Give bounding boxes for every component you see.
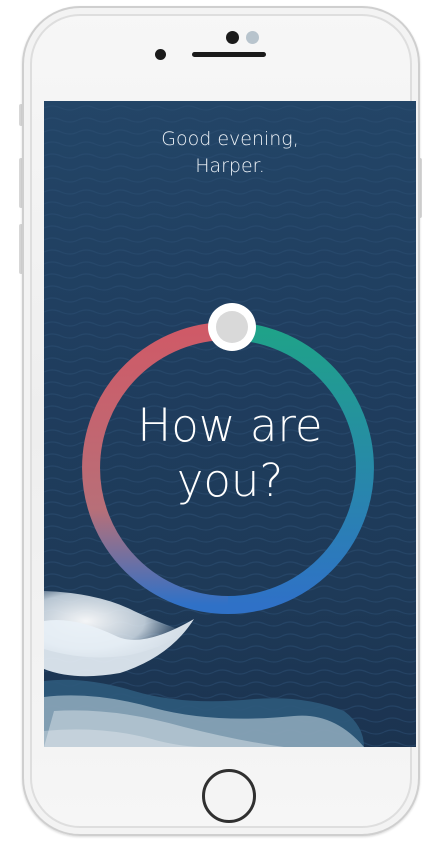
- greeting-line-2: Harper.: [195, 155, 265, 177]
- device-frame: Good evening, Harper. How are you?: [0, 0, 437, 843]
- mood-prompt: How are you?: [44, 398, 416, 508]
- ambient-light-sensor: [246, 31, 259, 44]
- app-screen: Good evening, Harper. How are you?: [44, 101, 416, 747]
- proximity-sensor: [226, 31, 239, 44]
- speaker-grille-icon: [192, 52, 266, 57]
- prompt-line-1: How are: [137, 399, 323, 452]
- knob-inner: [216, 311, 248, 343]
- greeting-text: Good evening, Harper.: [44, 126, 416, 180]
- camera-icon: [155, 49, 166, 60]
- home-button-icon[interactable]: [202, 769, 256, 823]
- mood-selector-knob[interactable]: [206, 301, 258, 353]
- prompt-line-2: you?: [176, 454, 284, 507]
- greeting-line-1: Good evening,: [161, 128, 299, 150]
